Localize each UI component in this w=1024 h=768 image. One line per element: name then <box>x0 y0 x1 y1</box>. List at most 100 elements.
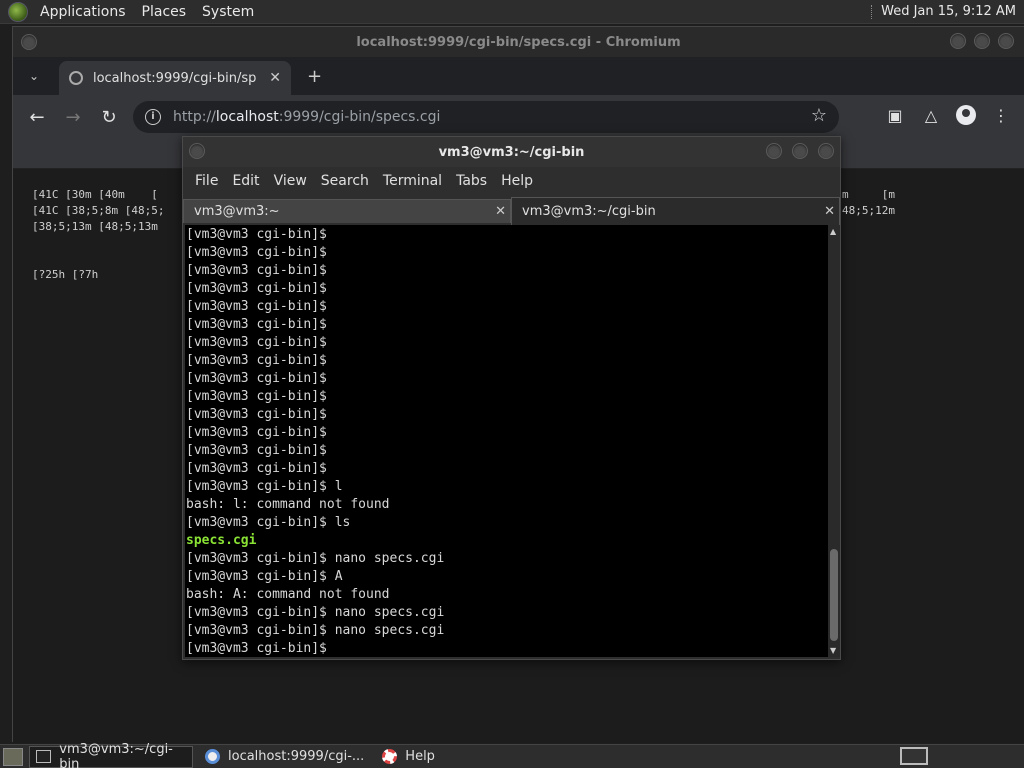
workspace-switcher[interactable] <box>900 747 928 765</box>
tab-search-chevron-icon[interactable]: ⌄ <box>19 69 49 83</box>
terminal-line: [vm3@vm3 cgi-bin]$ nano specs.cgi <box>186 623 445 638</box>
terminal-line: [vm3@vm3 cgi-bin]$ nano specs.cgi <box>186 605 445 620</box>
terminal-minimize-button[interactable] <box>766 143 782 159</box>
terminal-line: [vm3@vm3 cgi-bin]$ A <box>186 569 343 584</box>
chromium-window-title: localhost:9999/cgi-bin/specs.cgi - Chrom… <box>356 34 681 50</box>
menu-tabs[interactable]: Tabs <box>454 173 489 189</box>
terminal-line: bash: l: command not found <box>186 497 390 512</box>
terminal-scrollbar[interactable]: ▲ ▼ <box>828 225 840 657</box>
distro-logo-icon[interactable] <box>8 1 28 22</box>
page-text-line: [38;5;13m [48;5;13m <box>32 220 158 233</box>
terminal-output: [vm3@vm3 cgi-bin]$ [vm3@vm3 cgi-bin]$ [vm3… <box>186 226 444 657</box>
tab-close-icon[interactable]: ✕ <box>269 70 281 86</box>
close-button[interactable] <box>998 33 1014 49</box>
terminal-line: bash: A: command not found <box>186 587 390 602</box>
terminal-line: [vm3@vm3 cgi-bin]$ <box>186 281 327 296</box>
top-panel: Applications Places System Wed Jan 15, 9… <box>0 0 1024 24</box>
terminal-line: [vm3@vm3 cgi-bin]$ <box>186 371 327 386</box>
terminal-line: [vm3@vm3 cgi-bin]$ <box>186 443 327 458</box>
reload-icon[interactable]: ↻ <box>91 107 127 128</box>
menu-search[interactable]: Search <box>319 173 371 189</box>
tab-close-icon[interactable]: ✕ <box>495 204 506 219</box>
page-text-line: [41C [30m [40m [ <box>32 188 158 201</box>
forward-arrow-icon[interactable]: → <box>55 107 91 128</box>
terminal-line: [vm3@vm3 cgi-bin]$ nano specs.cgi <box>186 551 445 566</box>
terminal-tabs: vm3@vm3:~ ✕ vm3@vm3:~/cgi-bin ✕ <box>183 197 840 225</box>
show-desktop-icon[interactable] <box>3 747 23 766</box>
menu-view[interactable]: View <box>272 173 309 189</box>
page-text-line: [41C [38;5;8m [48;5; <box>32 204 165 217</box>
terminal-line: [vm3@vm3 cgi-bin]$ <box>186 461 327 476</box>
terminal-window-title: vm3@vm3:~/cgi-bin <box>438 144 585 160</box>
places-menu[interactable]: Places <box>138 4 191 20</box>
terminal-line: [vm3@vm3 cgi-bin]$ <box>186 641 327 656</box>
kebab-menu-icon[interactable]: ⋮ <box>990 106 1012 125</box>
taskbar-item-label: Help <box>405 749 435 764</box>
terminal-line: [vm3@vm3 cgi-bin]$ <box>186 335 327 350</box>
chromium-icon <box>205 749 220 764</box>
back-arrow-icon[interactable]: ← <box>19 107 55 128</box>
chromium-titlebar[interactable]: localhost:9999/cgi-bin/specs.cgi - Chrom… <box>13 27 1024 57</box>
taskbar-item-chromium[interactable]: localhost:9999/cgi-... <box>199 746 370 768</box>
scroll-down-arrow-icon[interactable]: ▼ <box>830 646 836 655</box>
menu-help[interactable]: Help <box>499 173 535 189</box>
terminal-close-button[interactable] <box>818 143 834 159</box>
minimize-button[interactable] <box>950 33 966 49</box>
page-text-line: [?25h [?7h <box>32 268 99 281</box>
taskbar-item-label: vm3@vm3:~/cgi-bin <box>59 741 173 768</box>
system-menu[interactable]: System <box>198 4 258 20</box>
window-menu-button[interactable] <box>21 34 37 50</box>
terminal-line: [vm3@vm3 cgi-bin]$ <box>186 425 327 440</box>
tab-strip: ⌄ localhost:9999/cgi-bin/specs.cgi ✕ + <box>13 57 1024 95</box>
terminal-line: [vm3@vm3 cgi-bin]$ <box>186 353 327 368</box>
browser-tab[interactable]: localhost:9999/cgi-bin/specs.cgi ✕ <box>59 61 291 95</box>
terminal-maximize-button[interactable] <box>792 143 808 159</box>
terminal-line: specs.cgi <box>186 533 257 548</box>
terminal-line: [vm3@vm3 cgi-bin]$ <box>186 245 327 260</box>
terminal-window-menu-button[interactable] <box>189 143 205 159</box>
terminal-titlebar[interactable]: vm3@vm3:~/cgi-bin <box>183 137 840 167</box>
address-url[interactable]: http://localhost:9999/cgi-bin/specs.cgi <box>173 109 440 125</box>
panel-separator <box>871 4 873 19</box>
bookmark-star-icon[interactable]: ☆ <box>811 105 827 126</box>
terminal-tab-label: vm3@vm3:~ <box>194 204 280 219</box>
tab-close-icon[interactable]: ✕ <box>824 204 835 219</box>
url-scheme: http:// <box>173 109 216 125</box>
extensions-puzzle-icon[interactable]: ▣ <box>884 106 906 125</box>
bottom-taskbar: vm3@vm3:~/cgi-bin localhost:9999/cgi-...… <box>0 742 1024 768</box>
terminal-line: [vm3@vm3 cgi-bin]$ <box>186 389 327 404</box>
terminal-screen[interactable]: [vm3@vm3 cgi-bin]$ [vm3@vm3 cgi-bin]$ [vm3… <box>185 225 828 657</box>
labs-flask-icon[interactable]: △ <box>920 106 942 125</box>
terminal-window: vm3@vm3:~/cgi-bin File Edit View Search … <box>182 136 841 660</box>
terminal-tab-label: vm3@vm3:~/cgi-bin <box>522 204 656 219</box>
scrollbar-thumb[interactable] <box>830 549 838 641</box>
terminal-tab-home[interactable]: vm3@vm3:~ ✕ <box>183 199 511 223</box>
address-bar[interactable]: i http://localhost:9999/cgi-bin/specs.cg… <box>133 101 839 133</box>
page-text-line: m [m <box>842 188 895 201</box>
site-info-icon[interactable]: i <box>145 109 161 125</box>
terminal-line: [vm3@vm3 cgi-bin]$ <box>186 263 327 278</box>
scroll-up-arrow-icon[interactable]: ▲ <box>830 227 836 236</box>
menu-terminal[interactable]: Terminal <box>381 173 444 189</box>
terminal-line: [vm3@vm3 cgi-bin]$ <box>186 317 327 332</box>
new-tab-plus-icon[interactable]: + <box>307 66 322 87</box>
menu-file[interactable]: File <box>193 173 220 189</box>
url-host: localhost <box>215 109 279 125</box>
terminal-menubar: File Edit View Search Terminal Tabs Help <box>183 167 840 195</box>
taskbar-item-label: localhost:9999/cgi-... <box>228 749 365 764</box>
url-rest: :9999/cgi-bin/specs.cgi <box>278 109 441 125</box>
help-icon <box>382 749 398 764</box>
maximize-button[interactable] <box>974 33 990 49</box>
taskbar-item-help[interactable]: Help <box>376 746 441 768</box>
applications-menu[interactable]: Applications <box>36 4 130 20</box>
taskbar-item-terminal[interactable]: vm3@vm3:~/cgi-bin <box>29 742 193 768</box>
terminal-line: [vm3@vm3 cgi-bin]$ l <box>186 479 343 494</box>
menu-edit[interactable]: Edit <box>230 173 261 189</box>
clock[interactable]: Wed Jan 15, 9:12 AM <box>881 4 1016 19</box>
profile-avatar-icon[interactable] <box>956 105 976 125</box>
terminal-icon <box>36 750 52 763</box>
browser-toolbar: ← → ↻ i http://localhost:9999/cgi-bin/sp… <box>13 95 1024 139</box>
terminal-tab-cgi-bin[interactable]: vm3@vm3:~/cgi-bin ✕ <box>511 197 840 225</box>
terminal-line: [vm3@vm3 cgi-bin]$ ls <box>186 515 351 530</box>
terminal-line: [vm3@vm3 cgi-bin]$ <box>186 299 327 314</box>
